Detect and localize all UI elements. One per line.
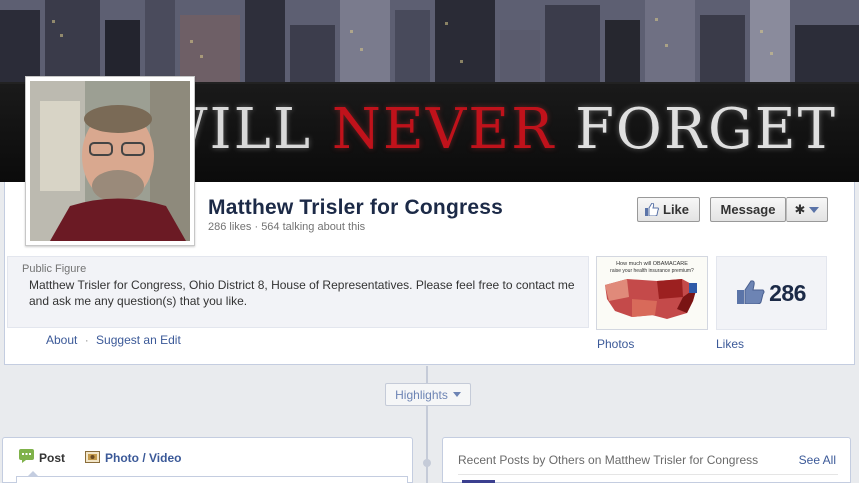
photos-thumbnail[interactable]: How much will OBAMACARE raise your healt…: [596, 256, 708, 330]
link-separator: ·: [84, 333, 89, 347]
profile-photo: [30, 81, 190, 241]
chevron-down-icon: [809, 206, 820, 213]
highlights-dropdown[interactable]: Highlights: [385, 383, 471, 406]
likes-link[interactable]: Likes: [716, 337, 744, 351]
chevron-down-icon: [452, 392, 461, 397]
page-title: Matthew Trisler for Congress: [208, 196, 503, 219]
page-stats: 286 likes · 564 talking about this: [208, 221, 366, 233]
see-all-link[interactable]: See All: [799, 453, 836, 467]
message-button-label: Message: [720, 202, 776, 217]
thumbs-up-icon: [737, 279, 765, 307]
post-composer: Post Photo / Video: [2, 437, 413, 483]
about-links: About · Suggest an Edit: [46, 333, 181, 347]
suggest-edit-link[interactable]: Suggest an Edit: [96, 333, 181, 347]
divider: [458, 474, 838, 475]
banner-word-never: NEVER: [331, 97, 556, 162]
likes-count: 286: [769, 279, 806, 306]
banner-word-forget: FORGET: [575, 97, 837, 162]
tab-post[interactable]: Post: [19, 449, 66, 477]
thumb-caption-2: raise your health insurance premium?: [610, 268, 694, 274]
tab-photo-video-label: Photo / Video: [105, 450, 182, 465]
recent-posts-title: Recent Posts by Others on Matthew Trisle…: [458, 453, 759, 467]
highlights-label: Highlights: [395, 387, 448, 402]
page-description: Matthew Trisler for Congress, Ohio Distr…: [29, 278, 575, 308]
gear-icon: ✱: [794, 201, 806, 217]
profile-photo-image: [30, 81, 190, 241]
thumbs-up-icon: [645, 203, 659, 216]
thumb-caption-1: How much will OBAMACARE: [616, 261, 688, 267]
likes-box[interactable]: 286: [716, 256, 827, 330]
photos-link[interactable]: Photos: [597, 337, 634, 351]
profile-picture[interactable]: [25, 76, 195, 246]
camera-icon: [85, 449, 100, 466]
status-input[interactable]: [16, 476, 408, 483]
like-button[interactable]: Like: [637, 197, 700, 222]
tab-photo-video[interactable]: Photo / Video: [85, 449, 181, 466]
cover-banner-text: WILL NEVER FORGET: [150, 97, 859, 162]
speech-bubble-icon: [19, 449, 34, 466]
page-options-button[interactable]: ✱: [786, 197, 828, 222]
like-button-label: Like: [663, 202, 690, 217]
recent-posts-box: Recent Posts by Others on Matthew Trisle…: [442, 437, 851, 483]
message-button[interactable]: Message: [710, 197, 786, 222]
page-category: Public Figure: [22, 263, 87, 275]
obamacare-map-image: How much will OBAMACARE raise your healt…: [597, 257, 707, 329]
about-link[interactable]: About: [46, 333, 77, 347]
tab-post-label: Post: [39, 450, 66, 465]
timeline-dot: [423, 459, 431, 467]
